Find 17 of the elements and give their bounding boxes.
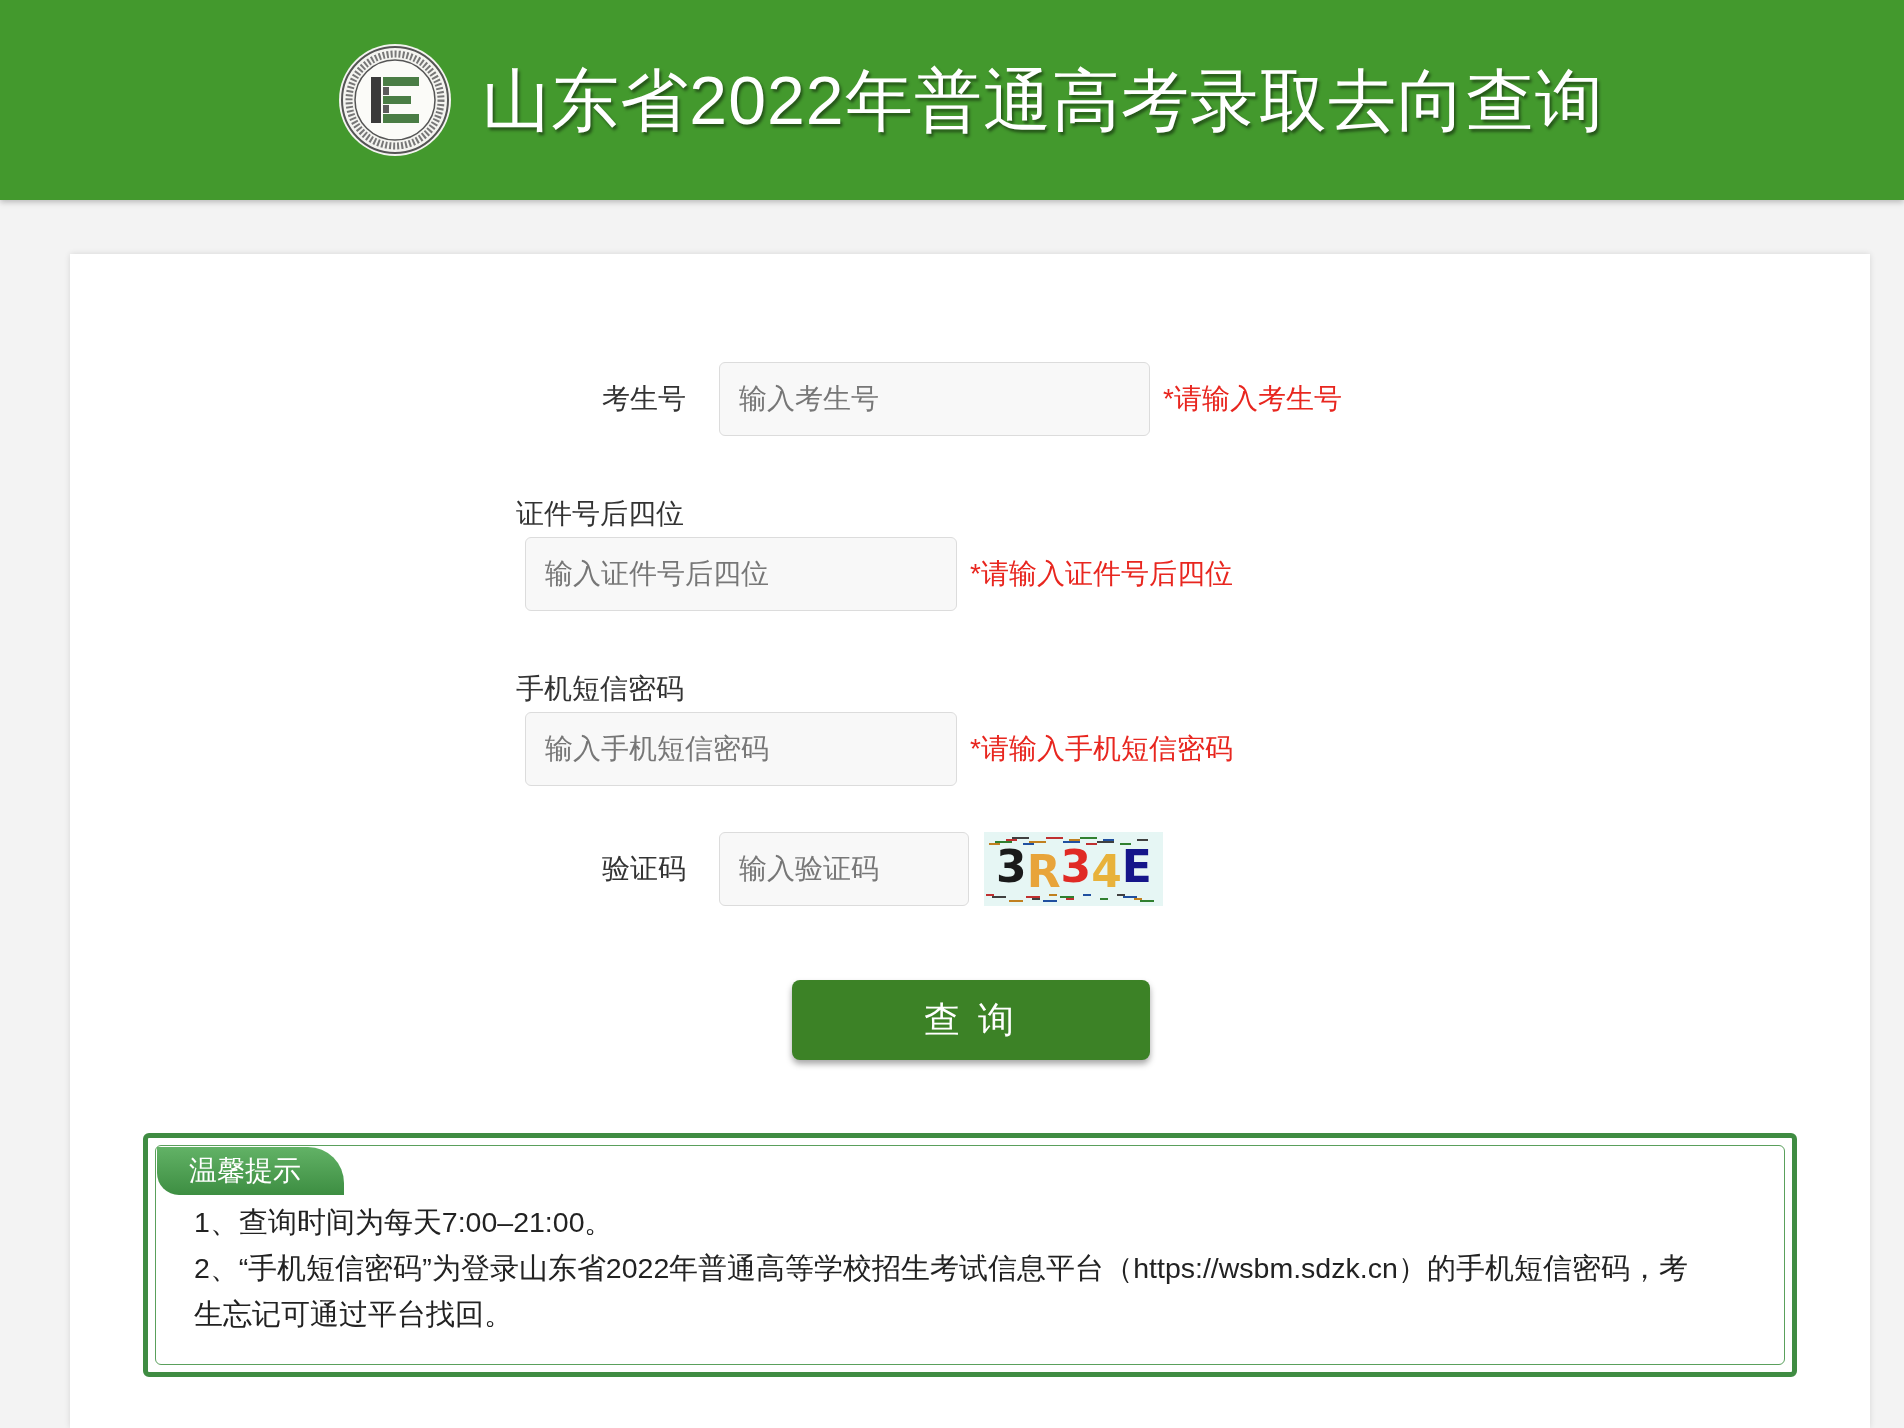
input-field[interactable]: 输入考生号 xyxy=(719,362,1150,436)
required-hint: *请输入手机短信密码 xyxy=(970,732,1233,766)
page-title: 山东省2022年普通高考录取去向查询 xyxy=(482,61,1604,140)
notice-heading-ribbon: 温馨提示 xyxy=(157,1147,344,1195)
field-label: 手机短信密码 xyxy=(516,672,684,706)
required-hint: *请输入考生号 xyxy=(1163,382,1342,416)
notice-text: 1、查询时间为每天7:00–21:00。 xyxy=(194,1205,615,1240)
query-button[interactable]: 查 询 xyxy=(792,980,1150,1060)
input-field[interactable]: 输入证件号后四位 xyxy=(525,537,957,611)
field-label: 验证码 xyxy=(601,852,686,886)
captcha-image[interactable]: 3R34E xyxy=(984,832,1163,906)
input-field[interactable]: 输入验证码 xyxy=(719,832,969,906)
input-field[interactable]: 输入手机短信密码 xyxy=(525,712,957,786)
required-hint: *请输入证件号后四位 xyxy=(970,557,1233,591)
field-label: 证件号后四位 xyxy=(516,497,684,531)
field-label: 考生号 xyxy=(601,382,686,416)
notice-text: 2、“手机短信密码”为登录山东省2022年普通高等学校招生考试信息平台（https://wsbm.sdzk.cn）的手机短信密码，考生忘记可通过平台找回。 xyxy=(194,1251,1689,1332)
